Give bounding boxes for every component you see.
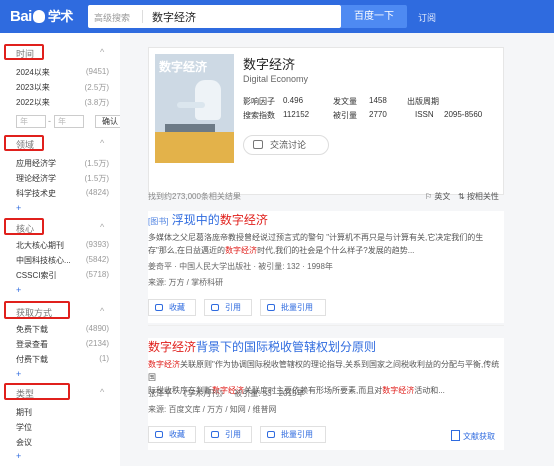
search-index-value: 112152 [283, 110, 310, 119]
impact-value: 0.496 [283, 96, 304, 105]
collapse-icon[interactable]: ^ [100, 138, 104, 148]
cited-value: 2770 [369, 110, 387, 119]
heart-icon [155, 304, 163, 311]
filter-item[interactable]: 应用经济学 (1.5万) [16, 158, 114, 169]
impact-label: 影响因子 [243, 97, 275, 106]
type-badge: [图书] [148, 217, 169, 226]
collapse-icon[interactable]: ^ [100, 47, 104, 57]
pub-value: 1458 [369, 96, 387, 105]
cycle-label: 出版周期 [407, 97, 439, 106]
search-box[interactable]: 高级搜索 数字经济 [88, 5, 341, 28]
advanced-search-link[interactable]: 高级搜索 [94, 11, 130, 24]
result-meta[interactable]: 张泽平 · 《学术月刊》 · 被引量: 53 · 2015年 [148, 388, 304, 399]
highlight-box [4, 44, 44, 60]
year-to-input[interactable]: 年 [54, 115, 84, 128]
divider [148, 325, 504, 326]
filter-item[interactable]: 2023以来 (2.5万) [16, 82, 114, 93]
result-meta[interactable]: 姜奇平 · 中国人民大学出版社 · 被引量: 132 · 1998年 [148, 261, 333, 272]
result-source[interactable]: 来源: 万方 / 掌桥科研 [148, 277, 223, 288]
list-icon [267, 304, 275, 311]
result-abstract: 多媒体之父尼葛洛庞帝教授曾经说过预言式的警句 "计算机不再只是与计算有关,它决定… [148, 233, 484, 255]
filter-item[interactable]: 学位 [16, 422, 114, 433]
document-access-link[interactable]: 文献获取 [451, 430, 495, 442]
search-button[interactable]: 百度一下 [341, 5, 407, 28]
heart-icon [155, 431, 163, 438]
robot-illustration [195, 80, 221, 120]
batch-cite-button[interactable]: 批量引用 [260, 426, 326, 443]
filter-item[interactable]: 2022以来 (3.8万) [16, 97, 114, 108]
filter-sidebar: 时间 ^ 2024以来 (9451) 2023以来 (2.5万) 2022以来 (3.… [0, 33, 125, 466]
discuss-button[interactable]: 交流讨论 [243, 135, 329, 155]
chat-icon [253, 140, 263, 149]
collect-button[interactable]: 收藏 [148, 426, 196, 443]
highlight-box [4, 383, 70, 400]
collect-button[interactable]: 收藏 [148, 299, 196, 316]
expand-more-link[interactable]: + [16, 285, 21, 295]
result-title[interactable]: [图书] 浮现中的数字经济 [148, 211, 268, 228]
code-icon [211, 431, 219, 438]
result-source[interactable]: 来源: 百度文库 / 万方 / 知网 / 维普网 [148, 404, 276, 415]
filter-item[interactable]: 登录查看 (2134) [16, 339, 114, 350]
result-count: 找到约273,000条相关结果 [148, 192, 241, 201]
filter-item[interactable]: 科学技术史 (4824) [16, 188, 114, 199]
top-bar: Bai 学术 高级搜索 数字经济 百度一下 订阅 [0, 0, 554, 33]
expand-more-link[interactable]: + [16, 451, 21, 461]
journal-title[interactable]: 数字经济 [243, 54, 295, 73]
journal-cover-image[interactable]: 数字经济 [155, 54, 234, 163]
paw-icon [32, 10, 45, 23]
divider [142, 10, 143, 23]
cited-label: 被引量 [333, 111, 357, 120]
list-icon [267, 431, 275, 438]
pdf-icon [451, 430, 460, 441]
filter-item[interactable]: 期刊 [16, 407, 114, 418]
search-input[interactable]: 数字经济 [152, 9, 196, 25]
filter-item[interactable]: 北大核心期刊 (9393) [16, 240, 114, 251]
sort-toggle[interactable]: ⇅ 按相关性 [458, 191, 499, 202]
batch-cite-button[interactable]: 批量引用 [260, 299, 326, 316]
filter-item[interactable]: 理论经济学 (1.5万) [16, 173, 114, 184]
collapse-icon[interactable]: ^ [100, 306, 104, 316]
result-item: 数字经济背景下的国际税收管辖权划分原则 数字经济关联原则"作为协调国际税收管辖权… [148, 338, 504, 450]
highlight-box [4, 218, 44, 235]
results-area: 数字经济 数字经济 Digital Economy 影响因子 0.496 发文量… [120, 33, 554, 466]
filter-item[interactable]: 2024以来 (9451) [16, 67, 114, 78]
result-item: [图书] 浮现中的数字经济 多媒体之父尼葛洛庞帝教授曾经说过预言式的警句 "计算… [148, 211, 504, 323]
filter-item[interactable]: 会议 [16, 437, 114, 448]
subscribe-link[interactable]: 订阅 [418, 11, 436, 24]
filter-item[interactable]: CSSCI索引 (5718) [16, 270, 114, 281]
collapse-icon[interactable]: ^ [100, 387, 104, 397]
translate-icon: ⚐ [425, 192, 435, 201]
language-toggle[interactable]: ⚐ 英文 [425, 191, 450, 202]
issn-value: 2095-8560 [444, 110, 483, 119]
pub-label: 发文量 [333, 97, 357, 106]
highlight-box [4, 135, 44, 151]
journal-subtitle: Digital Economy [243, 74, 309, 84]
search-index-label: 搜索指数 [243, 111, 275, 120]
journal-card: 数字经济 数字经济 Digital Economy 影响因子 0.496 发文量… [148, 47, 504, 195]
expand-more-link[interactable]: + [16, 203, 21, 213]
baidu-scholar-logo[interactable]: Bai 学术 [10, 6, 73, 28]
cite-button[interactable]: 引用 [204, 426, 252, 443]
issn-label: ISSN [415, 110, 434, 119]
filter-item[interactable]: 付费下载 (1) [16, 354, 114, 365]
expand-more-link[interactable]: + [16, 369, 21, 379]
highlight-box [4, 301, 70, 319]
result-title[interactable]: 数字经济背景下的国际税收管辖权划分原则 [148, 338, 376, 355]
code-icon [211, 304, 219, 311]
filter-item[interactable]: 免费下载 (4890) [16, 324, 114, 335]
filter-item[interactable]: 中国科技核心... (5842) [16, 255, 114, 266]
year-from-input[interactable]: 年 [16, 115, 46, 128]
cite-button[interactable]: 引用 [204, 299, 252, 316]
range-dash: - [48, 116, 51, 126]
collapse-icon[interactable]: ^ [100, 222, 104, 232]
sort-icon: ⇅ [458, 192, 467, 201]
